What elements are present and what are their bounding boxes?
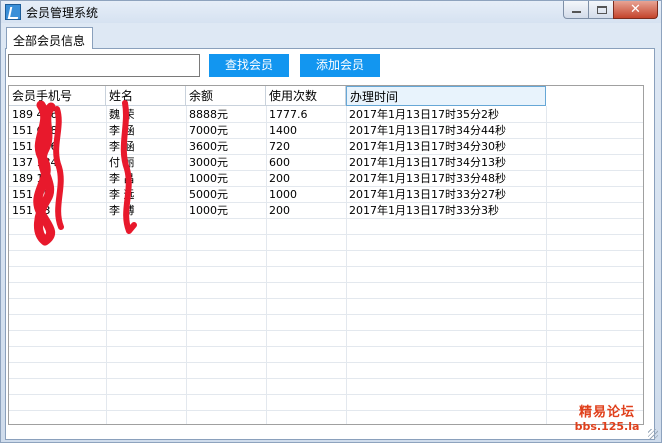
window-title: 会员管理系统 [26,6,99,20]
table-row[interactable]: 151 13 李 博 1000元 200 2017年1月13日17时33分3秒 [9,203,609,219]
add-member-button[interactable]: 添加会员 [300,54,380,77]
cell-use-count: 600 [269,156,290,169]
member-table[interactable]: 会员手机号 姓名 余额 使用次数 办理时间 189 476 魏 荣 8888元 … [8,85,644,425]
close-button[interactable]: ✕ [613,1,658,19]
cell-balance: 5000元 [189,188,228,201]
table-row[interactable]: 137 184 付 丽 3000元 600 2017年1月13日17时34分13… [9,155,609,171]
maximize-button[interactable] [588,1,614,19]
cell-phone: 189 19 [12,172,51,185]
cell-balance: 7000元 [189,124,228,137]
cell-phone: 151 658 [12,124,58,137]
cell-name: 李 涵 [109,124,135,137]
cell-use-count: 1400 [269,124,297,137]
table-row[interactable]: 189 476 魏 荣 8888元 1777.6 2017年1月13日17时35… [9,107,609,123]
cell-join-time: 2017年1月13日17时33分3秒 [349,204,499,217]
cell-use-count: 200 [269,204,290,217]
cell-name: 李 涵 [109,140,135,153]
cell-name: 李 昌 [109,172,135,185]
cell-name: 李 远 [109,188,135,201]
cell-balance: 8888元 [189,108,228,121]
cell-phone: 137 184 [12,156,58,169]
app-window: 会员管理系统 ✕ 全部会员信息 查找会员 添加会员 会员手机号 姓名 余额 使用… [0,0,662,443]
cell-name: 李 博 [109,204,135,217]
cell-use-count: 1000 [269,188,297,201]
column-header-use-count[interactable]: 使用次数 [266,86,346,106]
cell-join-time: 2017年1月13日17时34分44秒 [349,124,506,137]
cell-phone: 189 476 [12,108,58,121]
maximize-icon [597,6,607,14]
cell-join-time: 2017年1月13日17时33分48秒 [349,172,506,185]
minimize-icon [572,11,581,13]
cell-join-time: 2017年1月13日17时33分27秒 [349,188,506,201]
column-header-phone[interactable]: 会员手机号 [9,86,106,106]
cell-join-time: 2017年1月13日17时34分13秒 [349,156,506,169]
cell-join-time: 2017年1月13日17时34分30秒 [349,140,506,153]
close-icon: ✕ [630,2,641,17]
cell-phone: 151 13 [12,204,51,217]
table-row[interactable]: 151 546 李 涵 3600元 720 2017年1月13日17时34分30… [9,139,609,155]
app-logo-icon [5,4,21,20]
table-row[interactable]: 189 19 李 昌 1000元 200 2017年1月13日17时33分48秒 [9,171,609,187]
forum-watermark: 精易论坛 bbs.125.la [567,401,647,433]
column-header-join-time[interactable]: 办理时间 [346,86,546,106]
title-bar[interactable]: 会员管理系统 ✕ [1,1,661,23]
minimize-button[interactable] [563,1,589,19]
cell-balance: 1000元 [189,172,228,185]
cell-join-time: 2017年1月13日17时35分2秒 [349,108,499,121]
search-member-button[interactable]: 查找会员 [209,54,289,77]
cell-balance: 3600元 [189,140,228,153]
cell-use-count: 200 [269,172,290,185]
column-header-balance[interactable]: 余额 [186,86,266,106]
cell-name: 魏 荣 [109,108,135,121]
cell-phone: 151 75 [12,188,51,201]
cell-use-count: 1777.6 [269,108,308,121]
cell-use-count: 720 [269,140,290,153]
tab-all-members[interactable]: 全部会员信息 [6,27,93,49]
table-row[interactable]: 151 658 李 涵 7000元 1400 2017年1月13日17时34分4… [9,123,609,139]
search-input[interactable] [8,54,200,77]
tab-label: 全部会员信息 [13,34,86,48]
cell-balance: 1000元 [189,204,228,217]
column-header-name[interactable]: 姓名 [106,86,186,106]
watermark-url: bbs.125.la [574,420,640,433]
table-row[interactable]: 151 75 李 远 5000元 1000 2017年1月13日17时33分27… [9,187,609,203]
resize-grip-icon[interactable] [648,429,658,439]
cell-name: 付 丽 [109,156,135,169]
watermark-title: 精易论坛 [578,405,635,420]
cell-phone: 151 546 [12,140,58,153]
cell-balance: 3000元 [189,156,228,169]
